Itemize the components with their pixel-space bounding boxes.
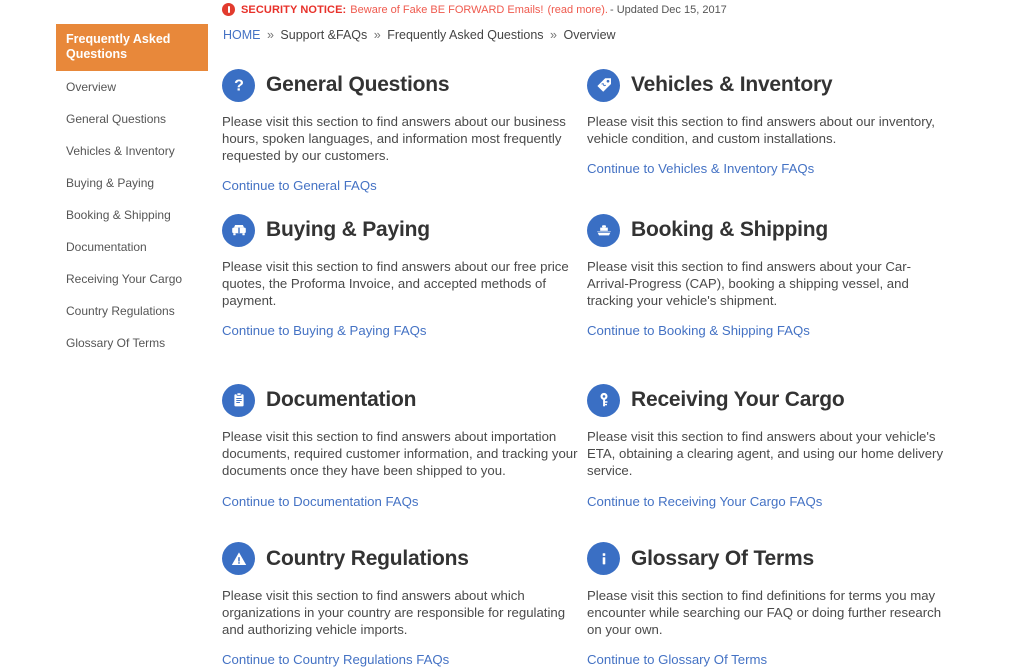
- faq-card-glossary-of-terms: Glossary Of Terms Please visit this sect…: [587, 540, 949, 668]
- faq-card-continue-link[interactable]: Continue to Buying & Paying FAQs: [222, 322, 584, 339]
- security-notice-label: SECURITY NOTICE:: [241, 3, 347, 16]
- faq-category-grid: ? General Questions Please visit this se…: [222, 66, 1012, 668]
- faq-card-buying-paying: Buying & Paying Please visit this sectio…: [222, 211, 584, 339]
- faq-card-description: Please visit this section to find answer…: [587, 259, 911, 309]
- security-notice-read-more-link[interactable]: (read more).: [547, 4, 608, 16]
- faq-card-continue-link[interactable]: Continue to Glossary Of Terms: [587, 651, 949, 668]
- clipboard-icon: [222, 383, 255, 417]
- faq-card-header: Booking & Shipping: [587, 211, 949, 249]
- faq-card-title: Vehicles & Inventory: [631, 73, 833, 96]
- faq-card-description: Please visit this section to find answer…: [222, 587, 566, 637]
- breadcrumb-separator: »: [550, 28, 557, 42]
- ship-icon: [587, 213, 620, 247]
- faq-card-header: Vehicles & Inventory: [587, 66, 949, 104]
- faq-card-continue-link[interactable]: Continue to General FAQs: [222, 177, 584, 194]
- faq-card-description: Please visit this section to find answer…: [222, 429, 578, 479]
- faq-row: Documentation Please visit this section …: [222, 381, 1012, 509]
- alert-circle-icon: [222, 3, 235, 16]
- faq-card-continue-link[interactable]: Continue to Country Regulations FAQs: [222, 651, 584, 668]
- sidebar-item-documentation[interactable]: Documentation: [56, 231, 208, 263]
- faq-card-general-questions: ? General Questions Please visit this se…: [222, 66, 584, 194]
- price-tag-icon: [587, 68, 620, 102]
- faq-card-header: Buying & Paying: [222, 211, 584, 249]
- faq-card-title: Glossary Of Terms: [631, 546, 814, 570]
- faq-card-title: Receiving Your Cargo: [631, 388, 845, 412]
- faq-card-continue-link[interactable]: Continue to Documentation FAQs: [222, 493, 584, 510]
- breadcrumb-separator: »: [373, 28, 381, 42]
- faq-card-documentation: Documentation Please visit this section …: [222, 381, 584, 509]
- faq-card-header: Receiving Your Cargo: [587, 381, 949, 419]
- faq-card-country-regulations: Country Regulations Please visit this se…: [222, 540, 584, 668]
- breadcrumb-item-overview: Overview: [563, 28, 616, 42]
- breadcrumb-item-home[interactable]: HOME: [223, 28, 261, 42]
- sidebar-item-vehicles-inventory[interactable]: Vehicles & Inventory: [56, 135, 208, 167]
- car-front-icon: [222, 213, 255, 247]
- security-notice-bar: SECURITY NOTICE: Beware of Fake BE FORWA…: [222, 3, 727, 16]
- faq-card-continue-link[interactable]: Continue to Receiving Your Cargo FAQs: [587, 493, 949, 510]
- sidebar-item-booking-shipping[interactable]: Booking & Shipping: [56, 199, 208, 231]
- security-notice-updated: - Updated Dec 15, 2017: [610, 3, 727, 16]
- breadcrumb-item-support-faqs[interactable]: Support &FAQs: [280, 28, 367, 42]
- faq-card-description: Please visit this section to find answer…: [222, 114, 566, 163]
- security-notice-message: Beware of Fake BE FORWARD Emails!: [350, 3, 544, 16]
- sidebar-header: Frequently Asked Questions: [56, 24, 208, 71]
- faq-card-description: Please visit this section to find answer…: [587, 114, 935, 146]
- faq-card-description: Please visit this section to find answer…: [587, 429, 944, 479]
- breadcrumb-separator: »: [266, 28, 274, 42]
- breadcrumb-item-frequently-asked-questions[interactable]: Frequently Asked Questions: [387, 28, 543, 42]
- faq-card-title: Buying & Paying: [266, 218, 430, 242]
- sidebar-item-country-regulations[interactable]: Country Regulations: [56, 295, 208, 327]
- faq-card-title: Booking & Shipping: [631, 218, 829, 242]
- faq-card-receiving-your-cargo: Receiving Your Cargo Please visit this s…: [587, 381, 949, 509]
- faq-card-booking-shipping: Booking & Shipping Please visit this sec…: [587, 211, 949, 339]
- faq-card-header: ? General Questions: [222, 66, 584, 104]
- svg-text:?: ?: [234, 78, 244, 95]
- faq-card-description: Please visit this section to find defini…: [587, 587, 942, 637]
- faq-card-continue-link[interactable]: Continue to Booking & Shipping FAQs: [587, 322, 949, 339]
- sidebar-nav-list: Overview General Questions Vehicles & In…: [56, 71, 208, 359]
- question-mark-icon: ?: [222, 68, 255, 102]
- sidebar-item-receiving-your-cargo[interactable]: Receiving Your Cargo: [56, 263, 208, 295]
- faq-card-title: Documentation: [266, 388, 417, 412]
- faq-card-header: Country Regulations: [222, 540, 584, 578]
- faq-card-description: Please visit this section to find answer…: [222, 259, 569, 309]
- faq-card-header: Documentation: [222, 381, 584, 419]
- faq-card-title: General Questions: [266, 73, 450, 96]
- sidebar-item-buying-paying[interactable]: Buying & Paying: [56, 167, 208, 199]
- faq-card-vehicles-inventory: Vehicles & Inventory Please visit this s…: [587, 66, 949, 194]
- faq-row: Buying & Paying Please visit this sectio…: [222, 211, 1012, 339]
- sidebar-item-glossary-of-terms[interactable]: Glossary Of Terms: [56, 327, 208, 359]
- key-icon: [587, 383, 620, 417]
- warning-triangle-icon: [222, 542, 255, 576]
- sidebar-item-overview[interactable]: Overview: [56, 71, 208, 103]
- faq-row: ? General Questions Please visit this se…: [222, 66, 1012, 194]
- breadcrumb: HOME » Support &FAQs » Frequently Asked …: [223, 28, 616, 42]
- sidebar: Frequently Asked Questions Overview Gene…: [56, 24, 208, 359]
- faq-card-title: Country Regulations: [266, 546, 469, 570]
- sidebar-item-general-questions[interactable]: General Questions: [56, 103, 208, 135]
- faq-card-continue-link[interactable]: Continue to Vehicles & Inventory FAQs: [587, 160, 949, 177]
- faq-row: Country Regulations Please visit this se…: [222, 540, 1012, 668]
- faq-card-header: Glossary Of Terms: [587, 540, 949, 578]
- info-icon: [587, 542, 620, 576]
